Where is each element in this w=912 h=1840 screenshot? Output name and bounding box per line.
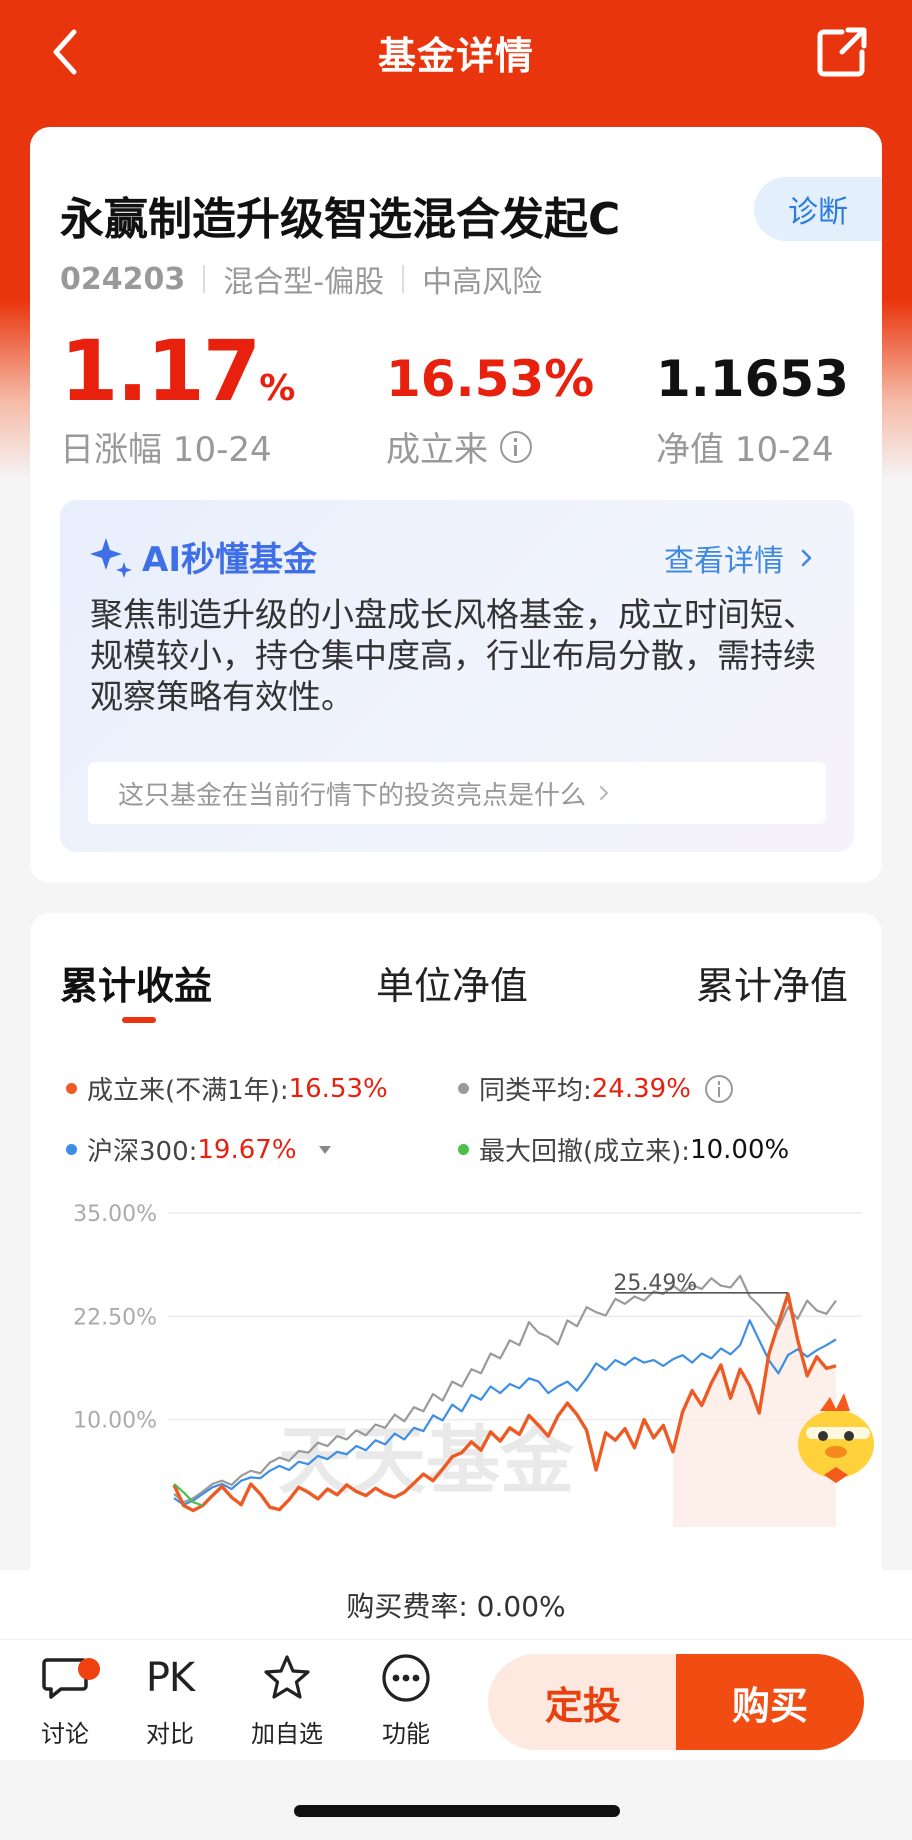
fee-rate-text: 购买费率: 0.00% <box>346 1589 566 1623</box>
ai-more-link[interactable]: 查看详情 <box>664 536 818 580</box>
more-dots-icon <box>378 1650 434 1706</box>
ai-summary-text: 聚焦制造升级的小盘成长风格基金，成立时间短、规模较小，持仓集中度高，行业布局分散… <box>90 595 816 716</box>
nav-label: 净值 10-24 <box>656 430 834 470</box>
diagnose-button[interactable]: 诊断 <box>754 177 882 241</box>
since-inception-value: 16.53% <box>386 350 595 408</box>
pk-icon: PK <box>142 1650 198 1706</box>
buy-button[interactable]: 购买 <box>676 1654 864 1750</box>
daily-change-unit: % <box>259 368 296 409</box>
y-tick-label: 10.00% <box>73 1409 157 1434</box>
chevron-right-icon <box>801 549 812 567</box>
discuss-button[interactable]: 讨论 <box>20 1650 110 1749</box>
page-title: 基金详情 <box>377 33 534 78</box>
fund-code: 024203 <box>60 261 186 297</box>
daily-change-label: 日涨幅 10-24 <box>60 430 272 470</box>
home-indicator[interactable] <box>294 1805 620 1817</box>
fund-name: 永赢制造升级智选混合发起C <box>60 194 621 245</box>
return-chart[interactable]: 35.00% 22.50% 10.00% 天天基金 25.49% <box>30 913 882 1570</box>
ai-question-chip[interactable]: 这只基金在当前行情下的投资亮点是什么 <box>88 762 826 824</box>
fund-risk: 中高风险 <box>422 265 543 300</box>
chart-watermark: 天天基金 <box>278 1418 575 1504</box>
notification-badge <box>78 1658 100 1680</box>
more-label: 功能 <box>382 1720 430 1748</box>
y-tick-label: 35.00% <box>73 1202 157 1227</box>
ai-question-text: 这只基金在当前行情下的投资亮点是什么 <box>118 780 587 811</box>
since-inception-label: 成立来 <box>386 430 488 470</box>
share-icon[interactable] <box>814 24 870 80</box>
fund-meta: 024203 混合型-偏股 中高风险 <box>60 257 542 301</box>
fund-type: 混合型-偏股 <box>223 265 385 300</box>
star-icon <box>259 1650 315 1706</box>
divider <box>402 265 405 293</box>
fund-info-card: 永赢制造升级智选混合发起C 诊断 024203 混合型-偏股 中高风险 1.17… <box>30 127 882 883</box>
sip-button[interactable]: 定投 <box>488 1654 678 1750</box>
nav-value: 1.1653 <box>656 350 849 408</box>
daily-change-value: 1.17 <box>60 322 261 420</box>
daily-change-stat: 1.17% 日涨幅 10-24 <box>60 322 295 471</box>
ai-summary-box[interactable]: AI秒懂基金 查看详情 聚焦制造升级的小盘成长风格基金，成立时间短、规模较小，持… <box>60 500 854 852</box>
ai-more-label: 查看详情 <box>664 544 784 579</box>
discuss-label: 讨论 <box>41 1720 89 1748</box>
add-watchlist-button[interactable]: 加自选 <box>242 1650 332 1749</box>
ai-title: AI秒懂基金 <box>142 540 317 580</box>
max-annotation-label: 25.49% <box>613 1271 697 1296</box>
compare-label: 对比 <box>146 1720 194 1748</box>
info-icon[interactable] <box>500 430 532 463</box>
nav-stat: 1.1653 净值 10-24 <box>656 322 849 471</box>
more-functions-button[interactable]: 功能 <box>361 1650 451 1749</box>
pk-text: PK <box>145 1655 195 1701</box>
chevron-right-icon <box>599 785 609 801</box>
watchlist-label: 加自选 <box>251 1720 323 1748</box>
since-inception-stat: 16.53% 成立来 <box>386 322 594 471</box>
sparkle-icon <box>90 537 132 578</box>
compare-button[interactable]: PK 对比 <box>125 1650 215 1749</box>
fee-rate: 购买费率: 0.00% <box>0 1570 912 1640</box>
divider <box>203 265 206 293</box>
back-icon[interactable] <box>44 24 94 80</box>
bottom-toolbar: 讨论 PK 对比 加自选 功能 定投 购买 <box>0 1640 912 1760</box>
navbar: 基金详情 <box>0 0 912 104</box>
y-tick-label: 22.50% <box>73 1305 157 1330</box>
home-area <box>0 1760 912 1840</box>
